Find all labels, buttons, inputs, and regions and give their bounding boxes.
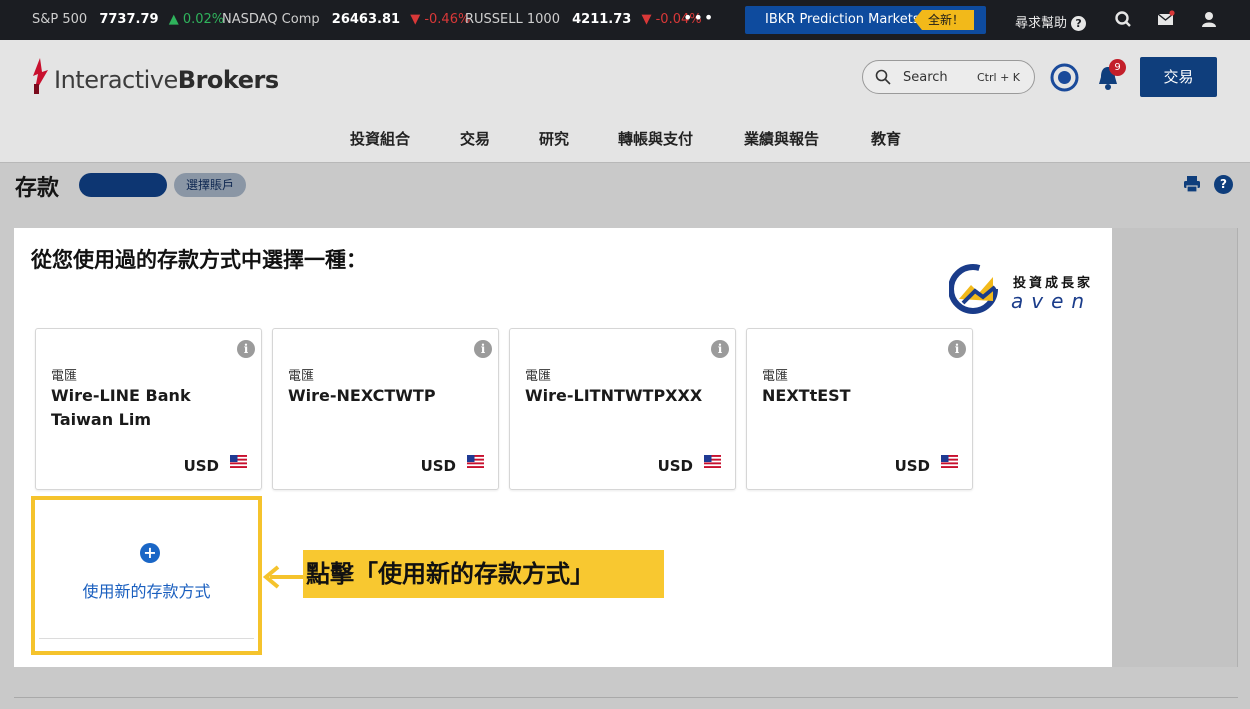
use-new-deposit-method-button[interactable]: + 使用新的存款方式 xyxy=(31,496,262,655)
nav-education[interactable]: 教育 xyxy=(871,128,901,149)
section-heading: 從您使用過的存款方式中選擇一種： xyxy=(31,248,367,272)
ticker-item-nasdaq[interactable]: NASDAQ Comp 26463.81 ▼ -0.46% xyxy=(222,12,470,27)
method-type: 電匯 xyxy=(51,369,78,384)
help-question-icon[interactable]: ? xyxy=(1214,175,1233,194)
user-icon[interactable] xyxy=(1200,10,1218,28)
nav-portfolio[interactable]: 投資組合 xyxy=(350,128,410,149)
nav-research[interactable]: 研究 xyxy=(539,128,569,149)
ibkr-logo-mark-icon xyxy=(33,58,48,94)
method-currency: USD xyxy=(657,457,693,475)
aven-watermark-logo: 投資成長家 aven xyxy=(948,263,1099,315)
ticker-value: 26463.81 xyxy=(331,12,401,27)
card-divider xyxy=(39,638,254,639)
info-icon[interactable]: i xyxy=(711,340,729,358)
us-flag-icon xyxy=(230,455,247,468)
deposit-method-card[interactable]: i 電匯 NEXTtEST USD xyxy=(746,328,973,490)
main-navigation: 投資組合 交易 研究 轉帳與支付 業績與報告 教育 xyxy=(0,110,1250,162)
promo-new-badge: 全新！ xyxy=(913,10,974,30)
method-name: Wire-LINE Bank Taiwan Lim xyxy=(51,386,191,429)
more-tickers-button[interactable]: ••• xyxy=(683,8,714,27)
search-placeholder: Search xyxy=(903,70,948,85)
logo-word-bold: Brokers xyxy=(177,66,279,94)
method-currency: USD xyxy=(420,457,456,475)
method-name: Wire-LITNTWTPXXX xyxy=(525,386,703,405)
left-arrow-icon xyxy=(262,565,303,589)
deposit-method-card[interactable]: i 電匯 Wire-NEXCTWTP USD xyxy=(272,328,499,490)
info-icon[interactable]: i xyxy=(474,340,492,358)
select-account-button[interactable]: 選擇賬戶 xyxy=(174,173,246,197)
nav-transfer-pay[interactable]: 轉帳與支付 xyxy=(618,128,693,149)
print-icon[interactable] xyxy=(1183,175,1201,193)
watermark-word: aven xyxy=(1011,289,1093,313)
header-divider xyxy=(0,162,1250,163)
ticker-item-sp500[interactable]: S&P 500 7737.79 ▲ 0.02% xyxy=(32,12,224,27)
logo-wordmark: InteractiveBrokers xyxy=(54,66,279,94)
logo-word-light: Interactive xyxy=(54,66,178,94)
method-type: 電匯 xyxy=(525,369,552,384)
plus-circle-icon: + xyxy=(140,543,160,563)
ticker-down-arrow-icon: ▼ xyxy=(410,12,421,27)
right-gutter xyxy=(1112,228,1238,667)
help-link[interactable]: 尋求幫助? xyxy=(1015,12,1087,31)
us-flag-icon xyxy=(704,455,721,468)
account-id-pill[interactable] xyxy=(79,173,167,197)
info-icon[interactable]: i xyxy=(948,340,966,358)
help-label: 尋求幫助 xyxy=(1015,16,1068,31)
main-header: InteractiveBrokers Search Ctrl + K 9 交易 … xyxy=(0,40,1250,162)
ticker-name: RUSSELL 1000 xyxy=(465,12,560,27)
new-method-label: 使用新的存款方式 xyxy=(82,582,211,601)
ticker-item-russell[interactable]: RUSSELL 1000 4211.73 ▼ -0.04% xyxy=(465,12,702,27)
ticker-name: NASDAQ Comp xyxy=(222,12,320,27)
page-title: 存款 xyxy=(15,176,60,201)
ticker-change: 0.02% xyxy=(182,12,225,27)
method-type: 電匯 xyxy=(762,369,789,384)
aven-logo-mark-icon xyxy=(948,264,998,314)
nav-performance-reports[interactable]: 業績與報告 xyxy=(744,128,819,149)
ticker-change: -0.46% xyxy=(424,12,471,27)
ticker-name: S&P 500 xyxy=(32,12,88,27)
ticker-value: 4211.73 xyxy=(572,12,632,27)
info-icon[interactable]: i xyxy=(237,340,255,358)
deposit-method-card[interactable]: i 電匯 Wire-LINE Bank Taiwan Lim USD xyxy=(35,328,262,490)
ticker-value: 7737.79 xyxy=(99,12,159,27)
method-name: Wire-NEXCTWTP xyxy=(288,386,436,405)
ibot-assistant-icon[interactable] xyxy=(1050,63,1079,92)
question-icon: ? xyxy=(1071,16,1087,31)
method-currency: USD xyxy=(183,457,219,475)
ticker-up-arrow-icon: ▲ xyxy=(168,12,179,27)
prediction-markets-promo[interactable]: IBKR Prediction Markets 全新！ xyxy=(745,6,986,34)
us-flag-icon xyxy=(941,455,958,468)
market-ticker-bar: S&P 500 7737.79 ▲ 0.02% NASDAQ Comp 2646… xyxy=(0,0,1250,40)
search-shortcut: Ctrl + K xyxy=(977,71,1020,84)
mail-icon[interactable] xyxy=(1157,10,1175,28)
deposit-method-card[interactable]: i 電匯 Wire-LITNTWTPXXX USD xyxy=(509,328,736,490)
search-input[interactable]: Search Ctrl + K xyxy=(862,60,1035,94)
promo-text: IBKR Prediction Markets xyxy=(765,12,920,27)
us-flag-icon xyxy=(467,455,484,468)
instruction-callout: 點擊「使用新的存款方式」 xyxy=(303,550,664,598)
chat-support-icon[interactable] xyxy=(1114,10,1132,28)
ticker-down-arrow-icon: ▼ xyxy=(641,12,652,27)
trade-button[interactable]: 交易 xyxy=(1140,57,1217,97)
nav-trade[interactable]: 交易 xyxy=(460,128,490,149)
method-currency: USD xyxy=(894,457,930,475)
method-type: 電匯 xyxy=(288,369,315,384)
notification-count-badge: 9 xyxy=(1109,59,1126,76)
page-bottom-divider xyxy=(14,697,1238,698)
search-icon xyxy=(875,69,891,85)
method-name: NEXTtEST xyxy=(762,386,851,405)
